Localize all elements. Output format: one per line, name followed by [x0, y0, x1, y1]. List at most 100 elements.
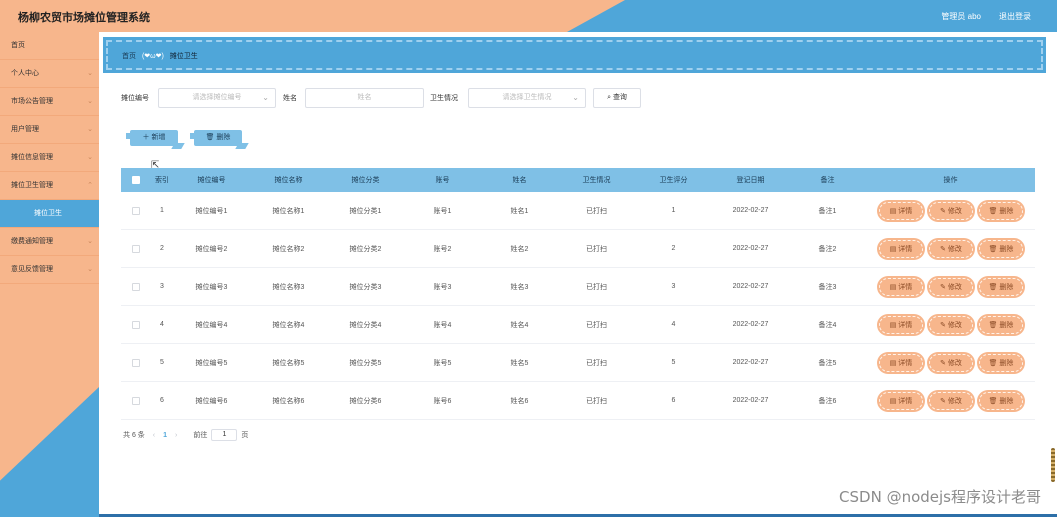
- trash-icon: 🗑: [988, 207, 998, 215]
- cell-stall-name: 摊位名称1: [272, 207, 305, 215]
- cell-hygiene: 已打扫: [586, 359, 607, 367]
- cell-score: 3: [671, 283, 676, 290]
- delete-button[interactable]: 🗑 删除: [979, 201, 1023, 220]
- pencil-icon: ✎: [940, 321, 946, 329]
- name-input[interactable]: 姓名: [305, 88, 424, 108]
- cell-date: 2022-02-27: [732, 359, 769, 366]
- sidebar: 首页 个人中心 ⌄ 市场公告管理 ⌄ 用户管理 ⌄ 摊位信息管理 ⌄ 摊位卫生管理 ⌃ 摊…: [0, 32, 99, 517]
- sidebar-item-stall-hygiene[interactable]: 摊位卫生: [0, 200, 99, 228]
- column-header: 操作: [943, 177, 958, 184]
- delete-button[interactable]: 🗑 删除: [979, 391, 1023, 410]
- row-checkbox[interactable]: [132, 358, 140, 367]
- sidebar-item-payment-notice[interactable]: 缴费通知管理 ⌄: [0, 228, 99, 256]
- sidebar-item-label: 市场公告管理: [11, 98, 53, 105]
- page-number[interactable]: 1: [163, 432, 167, 439]
- row-checkbox[interactable]: [132, 206, 140, 215]
- detail-button[interactable]: ▤ 详情: [879, 353, 923, 372]
- delete-button[interactable]: 🗑 删除: [979, 239, 1023, 258]
- chevron-left-icon[interactable]: ‹: [153, 432, 155, 439]
- table-row: 5 摊位编号5 摊位名称5 摊位分类5 账号5 姓名5 已打扫 5 2022-0…: [121, 344, 1035, 382]
- pencil-icon: ✎: [940, 359, 946, 367]
- detail-button[interactable]: ▤ 详情: [879, 239, 923, 258]
- scrollbar-thumb[interactable]: [1051, 448, 1055, 482]
- add-button[interactable]: ＋ 新增: [126, 130, 178, 146]
- table-header: 索引 摊位编号 摊位名称 摊位分类 账号 姓名 卫生情况 卫生评分 登记日期 备…: [121, 168, 1035, 192]
- chevron-down-icon: ⌄: [87, 266, 93, 273]
- sidebar-item-feedback[interactable]: 意见反馈管理 ⌄: [0, 256, 99, 284]
- cell-score: 2: [671, 245, 676, 252]
- edit-button[interactable]: ✎ 修改: [929, 391, 973, 410]
- cell-stall-name: 摊位名称6: [272, 397, 305, 405]
- goto-label: 前往: [193, 432, 208, 439]
- cell-date: 2022-02-27: [732, 207, 769, 214]
- cell-score: 1: [671, 207, 676, 214]
- column-header: 摊位名称: [274, 177, 303, 184]
- detail-button[interactable]: ▤ 详情: [879, 277, 923, 296]
- goto-page-input[interactable]: 1: [211, 429, 238, 441]
- cell-hygiene: 已打扫: [586, 245, 607, 253]
- delete-button[interactable]: 🗑 删除: [979, 277, 1023, 296]
- chevron-right-icon[interactable]: ›: [175, 432, 177, 439]
- cell-score: 5: [671, 359, 676, 366]
- logout-link[interactable]: 退出登录: [999, 11, 1031, 22]
- edit-button[interactable]: ✎ 修改: [929, 277, 973, 296]
- delete-button[interactable]: 🗑 删除: [979, 353, 1023, 372]
- edit-button[interactable]: ✎ 修改: [929, 239, 973, 258]
- cell-note: 备注1: [818, 207, 837, 215]
- cell-hygiene: 已打扫: [586, 397, 607, 405]
- detail-button[interactable]: ▤ 详情: [879, 315, 923, 334]
- row-actions: ▤ 详情 ✎ 修改 🗑 删除: [866, 277, 1035, 296]
- cell-stall-name: 摊位名称2: [272, 245, 305, 253]
- page-suffix: 页: [241, 432, 249, 439]
- cell-category: 摊位分类6: [349, 397, 382, 405]
- cell-index: 5: [160, 359, 164, 366]
- breadcrumb-emoticon: (❤ω❤): [141, 53, 164, 60]
- pencil-icon: ✎: [940, 397, 946, 405]
- sidebar-item-personal-center[interactable]: 个人中心 ⌄: [0, 60, 99, 88]
- hygiene-select[interactable]: 请选择卫生情况 ⌄: [468, 88, 586, 108]
- detail-button[interactable]: ▤ 详情: [879, 391, 923, 410]
- cell-account: 账号1: [433, 207, 452, 215]
- detail-button[interactable]: ▤ 详情: [879, 201, 923, 220]
- delete-button[interactable]: 🗑 删除: [979, 315, 1023, 334]
- edit-button[interactable]: ✎ 修改: [929, 201, 973, 220]
- sidebar-item-market-notice[interactable]: 市场公告管理 ⌄: [0, 88, 99, 116]
- row-checkbox[interactable]: [132, 244, 140, 253]
- cell-score: 6: [671, 397, 676, 404]
- filter-bar: 摊位编号 请选择摊位编号 ⌄ 姓名 姓名 卫生情况 请选择卫生情况 ⌄ ⌕ 查询: [121, 88, 1041, 108]
- breadcrumb-home[interactable]: 首页: [122, 53, 136, 60]
- cell-name: 姓名4: [510, 321, 529, 329]
- cell-stall-name: 摊位名称5: [272, 359, 305, 367]
- app-title: 杨柳农贸市场摊位管理系统: [18, 12, 150, 24]
- bulk-delete-button[interactable]: 🗑 删除: [190, 130, 242, 146]
- sidebar-item-label: 意见反馈管理: [11, 266, 53, 273]
- select-all-checkbox[interactable]: [132, 176, 140, 184]
- search-button[interactable]: ⌕ 查询: [593, 88, 641, 108]
- search-icon: ⌕: [607, 94, 611, 101]
- pencil-icon: ✎: [940, 207, 946, 215]
- cell-name: 姓名3: [510, 283, 529, 291]
- header-decoration: [567, 0, 1057, 32]
- cell-account: 账号4: [433, 321, 452, 329]
- sidebar-item-user-management[interactable]: 用户管理 ⌄: [0, 116, 99, 144]
- cell-category: 摊位分类3: [349, 283, 382, 291]
- table-row: 3 摊位编号3 摊位名称3 摊位分类3 账号3 姓名3 已打扫 3 2022-0…: [121, 268, 1035, 306]
- edit-button[interactable]: ✎ 修改: [929, 315, 973, 334]
- row-checkbox[interactable]: [132, 320, 140, 329]
- sidebar-item-home[interactable]: 首页: [0, 32, 99, 60]
- document-icon: ▤: [889, 321, 897, 329]
- cell-account: 账号3: [433, 283, 452, 291]
- sidebar-item-stall-hygiene-management[interactable]: 摊位卫生管理 ⌃: [0, 172, 99, 200]
- cell-stall-no: 摊位编号6: [195, 397, 228, 405]
- cell-index: 3: [160, 283, 164, 290]
- row-checkbox[interactable]: [132, 396, 140, 405]
- trash-icon: 🗑: [205, 134, 215, 141]
- sidebar-item-stall-info[interactable]: 摊位信息管理 ⌄: [0, 144, 99, 172]
- cell-category: 摊位分类4: [349, 321, 382, 329]
- sidebar-item-label: 用户管理: [11, 126, 39, 133]
- stall-no-placeholder: 请选择摊位编号: [192, 94, 242, 101]
- edit-button[interactable]: ✎ 修改: [929, 353, 973, 372]
- chevron-down-icon: ⌄: [572, 93, 579, 102]
- row-checkbox[interactable]: [132, 282, 140, 291]
- stall-no-select[interactable]: 请选择摊位编号 ⌄: [158, 88, 276, 108]
